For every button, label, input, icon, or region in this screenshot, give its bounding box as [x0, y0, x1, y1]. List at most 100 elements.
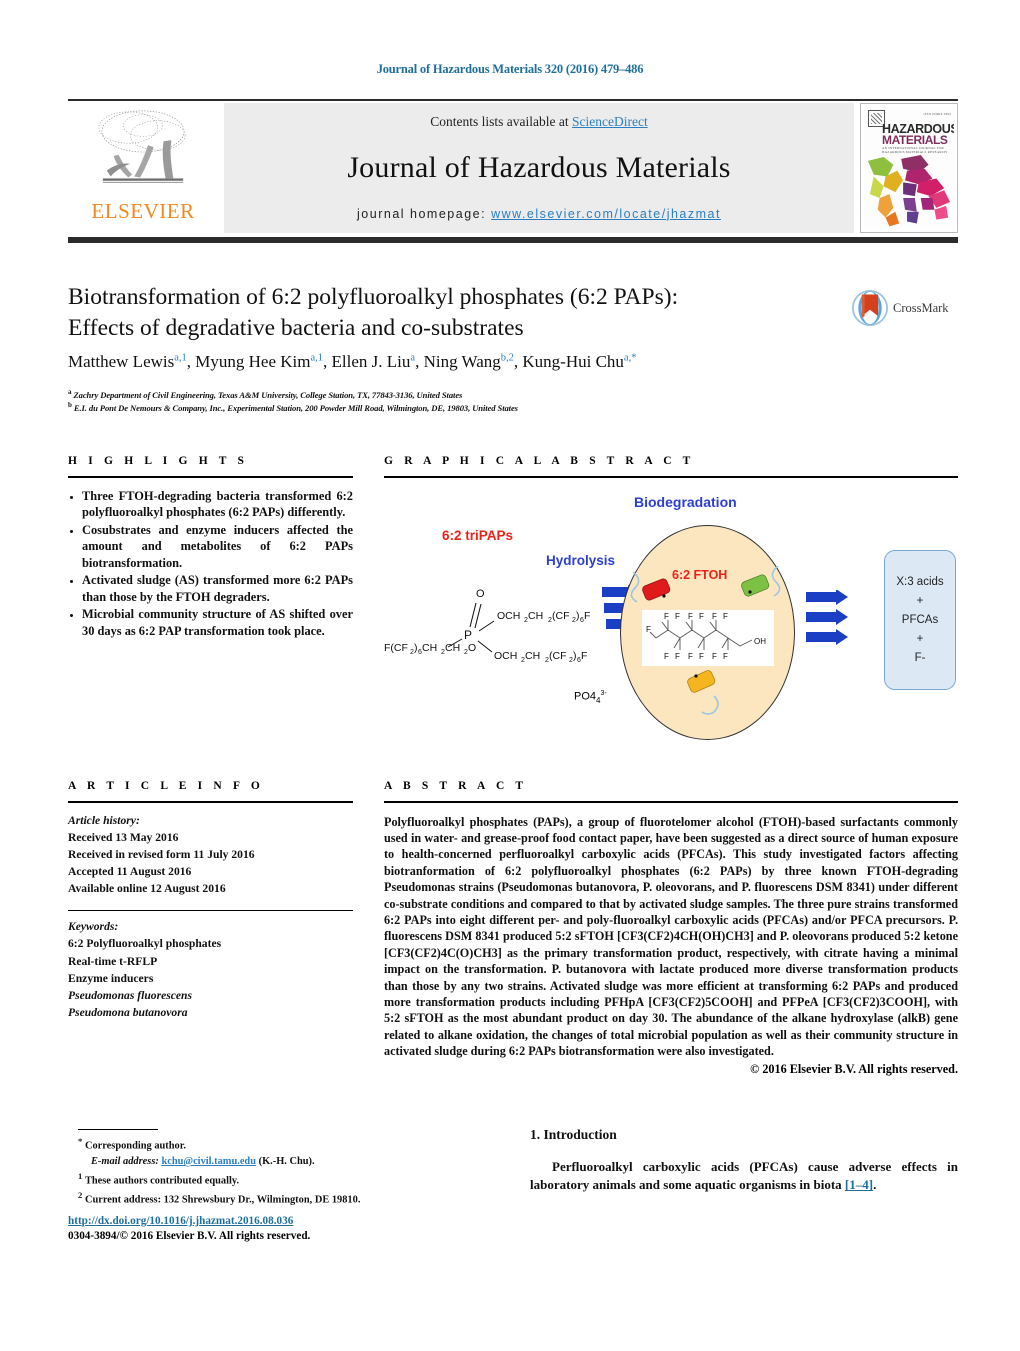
contents-line: Contents lists available at ScienceDirec…: [430, 114, 647, 130]
page-title: Biotransformation of 6:2 polyfluoroalkyl…: [68, 282, 828, 345]
title-line-2: Effects of degradative bacteria and co-s…: [68, 315, 524, 342]
doi-link[interactable]: http://dx.doi.org/10.1016/j.jhazmat.2016…: [68, 1215, 293, 1227]
journal-masthead: ELSEVIER Contents lists available at Sci…: [68, 99, 958, 233]
history-item: Received in revised form 11 July 2016: [68, 847, 255, 861]
highlights-heading: H I G H L I G H T S: [68, 455, 249, 467]
crossmark-badge[interactable]: CrossMark: [852, 288, 962, 328]
svg-text:F: F: [664, 652, 669, 661]
ga-bacterium-green-icon: [741, 564, 781, 597]
citation-link[interactable]: [1–4]: [845, 1177, 873, 1192]
ga-ftoh-structure-icon: F FF FF FF FF FF FF OH: [646, 612, 766, 661]
svg-text:F(CF: F(CF: [384, 642, 408, 654]
journal-title: Journal of Hazardous Materials: [347, 151, 731, 184]
svg-text:): ): [573, 650, 577, 662]
keywords-block: Keywords: 6:2 Polyfluoroalkyl phosphates…: [68, 918, 353, 1021]
footnote-note-2: 2 Current address: 132 Shrewsbury Dr., W…: [78, 1189, 361, 1206]
ga-product-plus-2: +: [916, 632, 924, 645]
introduction-heading: 1. Introduction: [530, 1127, 617, 1142]
contents-prefix: Contents lists available at: [430, 113, 572, 129]
intro-text-post: .: [873, 1177, 877, 1193]
ga-label-biodegradation: Biodegradation: [634, 493, 737, 510]
svg-text:F: F: [675, 612, 680, 621]
svg-text:OCH: OCH: [494, 650, 517, 662]
elsevier-tree-icon: [98, 110, 186, 183]
svg-text:F: F: [688, 612, 693, 621]
ga-product-4: F-: [914, 651, 926, 664]
highlights-list: Three FTOH-degrading bacteria transforme…: [68, 488, 353, 640]
ga-product-arrows-icon: [806, 589, 848, 645]
svg-text:(CF: (CF: [549, 650, 567, 662]
footnote-mark-2: 2: [78, 1189, 83, 1200]
sciencedirect-link[interactable]: ScienceDirect: [572, 114, 648, 129]
introduction-paragraph: Perfluoroalkyl carboxylic acids (PFCAs) …: [530, 1158, 958, 1195]
keywords-rule: [68, 910, 353, 912]
affiliation-a-text: Zachry Department of Civil Engineering, …: [73, 389, 463, 400]
cover-title-materials: MATERIALS: [882, 132, 948, 147]
cover-world-map-icon: [867, 154, 951, 226]
footnote-asterisk: *: [78, 1136, 83, 1146]
list-item: Microbial community structure of AS shif…: [82, 606, 353, 639]
footnote-email: E-mail address: kchu@civil.tamu.edu (K.-…: [78, 1154, 478, 1170]
highlights-rule: [68, 476, 353, 478]
svg-text:F: F: [723, 612, 728, 621]
abstract-section: A B S T R A C T Polyfluoroalkyl phosphat…: [384, 780, 958, 1077]
article-history-block: Article history: Received 13 May 2016 Re…: [68, 812, 353, 898]
ga-bacterium-yellow-icon: [687, 669, 719, 715]
svg-text:): ): [576, 610, 580, 622]
keyword-item: Pseudomona butanovora: [68, 1006, 188, 1020]
author-list: Matthew Lewisa,1, Myung Hee Kima,1, Elle…: [68, 352, 637, 371]
keyword-item: Enzyme inducers: [68, 971, 154, 985]
abstract-heading: A B S T R A C T: [384, 780, 528, 792]
svg-text:F: F: [584, 610, 590, 622]
ga-label-tripaps: 6:2 triPAPs: [442, 527, 514, 543]
svg-text:F: F: [699, 612, 704, 621]
author-3: Ning Wangb,2: [423, 352, 514, 371]
graphical-abstract-section: G R A P H I C A L A B S T R A C T Biodeg…: [384, 455, 958, 745]
affiliation-b-mark: b: [68, 401, 72, 409]
masthead-top-rule: [68, 99, 958, 101]
svg-text:F: F: [675, 652, 680, 661]
article-info-heading: A R T I C L E I N F O: [68, 780, 264, 792]
elsevier-wordmark: ELSEVIER: [91, 198, 195, 223]
author-1: Myung Hee Kima,1: [195, 352, 324, 371]
ga-label-hydrolysis: Hydrolysis: [546, 552, 616, 568]
keyword-item: Real-time t-RFLP: [68, 954, 158, 968]
cover-subtitle: AN INTERNATIONAL JOURNAL FOR HAZARDOUS M…: [882, 145, 947, 154]
ga-product-plus-1: +: [916, 594, 924, 607]
ga-phosphate-structure-icon: O P OCH 2 CH 2 (CF 2 ) 6 F OCH 2 CH 2 (C…: [384, 588, 590, 664]
abstract-text: Polyfluoroalkyl phosphates (PAPs), a gro…: [384, 814, 958, 1059]
svg-text:(CF: (CF: [552, 610, 570, 622]
issn-copyright: 0304-3894/© 2016 Elsevier B.V. All right…: [68, 1230, 311, 1243]
journal-cover-thumbnail: ISSN 00ORE 3894 HAZARDOUS MATERIALS AN I…: [860, 102, 958, 233]
footnote-corresponding: * Corresponding author.: [78, 1136, 186, 1152]
keyword-item: 6:2 Polyfluoroalkyl phosphates: [68, 937, 222, 951]
ga-product-2: PFCAs: [901, 613, 939, 626]
ga-products-box: X:3 acids + PFCAs + F-: [884, 549, 956, 690]
svg-text:F: F: [581, 650, 587, 662]
email-link[interactable]: kchu@civil.tamu.edu: [161, 1156, 256, 1167]
svg-text:CH: CH: [422, 642, 437, 654]
footnote-mark-1: 1: [78, 1170, 83, 1181]
svg-text:F: F: [664, 612, 669, 621]
svg-text:F: F: [646, 625, 651, 634]
ga-label-ftoh: 6:2 FTOH: [672, 567, 728, 582]
journal-article-page: Journal of Hazardous Materials 320 (2016…: [0, 0, 1020, 1351]
footnote-note-1: 1 These authors contributed equally.: [78, 1170, 240, 1187]
svg-text:CH: CH: [528, 610, 543, 622]
homepage-prefix: journal homepage:: [357, 206, 492, 221]
svg-text:P: P: [464, 628, 472, 642]
journal-homepage-link[interactable]: www.elsevier.com/locate/jhazmat: [491, 207, 721, 221]
footnotes-block: * Corresponding author. E-mail address: …: [78, 1135, 478, 1208]
elsevier-logo: ELSEVIER: [68, 103, 218, 233]
ga-ftoh-molecule-panel: F FF FF FF FF FF FF OH: [642, 609, 774, 666]
svg-text:F: F: [723, 652, 728, 661]
abstract-rule: [384, 801, 958, 803]
svg-text:F: F: [688, 652, 693, 661]
ga-bacterium-red-icon: [630, 570, 671, 603]
author-4: Kung-Hui Chua,*: [522, 352, 637, 371]
cover-issn-text: ISSN 00ORE 3894: [923, 111, 951, 116]
masthead-bottom-rule: [68, 237, 958, 243]
crossmark-label: CrossMark: [893, 300, 949, 315]
journal-homepage-line: journal homepage: www.elsevier.com/locat…: [357, 207, 721, 221]
history-item: Accepted 11 August 2016: [68, 864, 192, 878]
